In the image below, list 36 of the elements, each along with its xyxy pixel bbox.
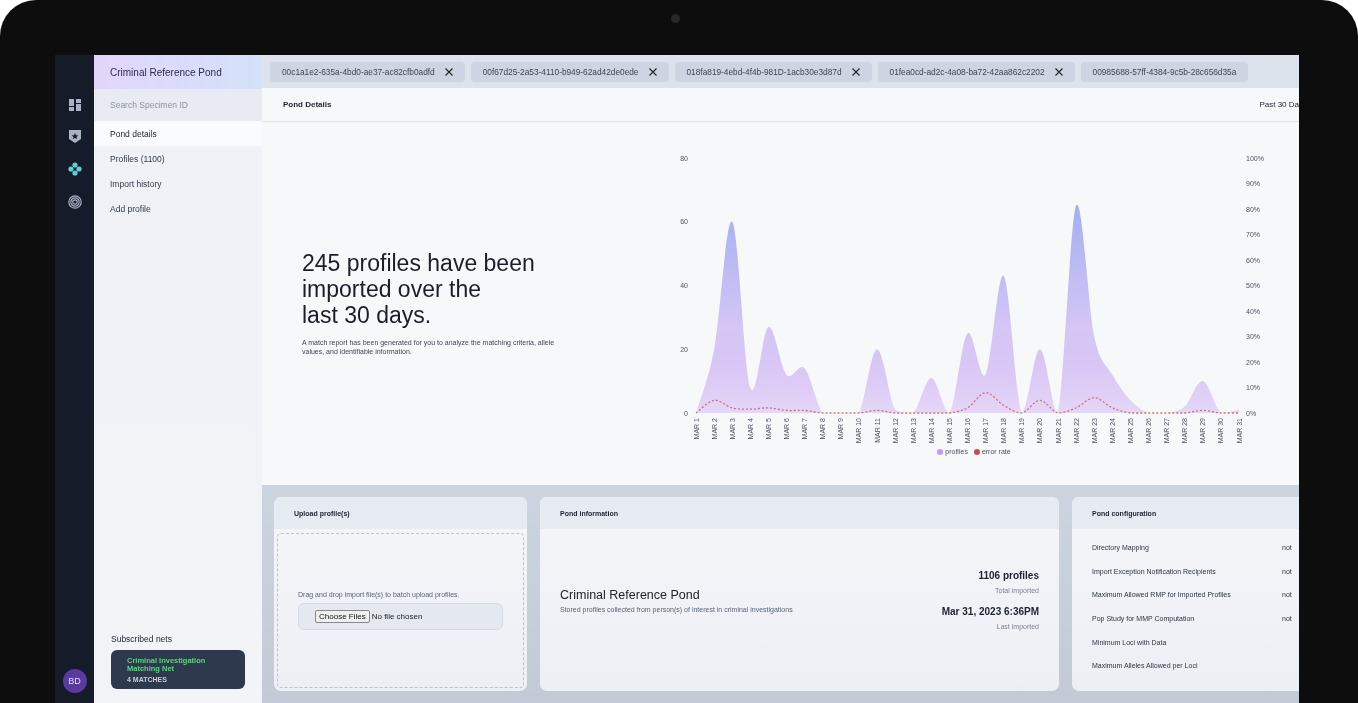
- stat-value: Mar 31, 2023 6:36PM: [941, 606, 1039, 617]
- camera-dot: [671, 14, 680, 23]
- date-range[interactable]: Past 30 Da: [1259, 100, 1299, 109]
- headline: 245 profiles have been imported over the last 30 days.: [302, 250, 536, 328]
- page-title: Pond Details: [283, 100, 332, 109]
- dashboard-icon[interactable]: [68, 99, 81, 111]
- fingerprint-icon[interactable]: [67, 195, 82, 209]
- sidebar-item[interactable]: Pond details: [94, 121, 262, 146]
- sidebar-item[interactable]: Import history: [94, 171, 262, 196]
- tab[interactable]: 00c1a1e2-635a-4bd0-ae37-ac82cfb0adfd: [270, 61, 465, 82]
- sidebar-item[interactable]: Profiles (1100): [94, 146, 262, 171]
- tab[interactable]: 00f67d25-2a53-4110-b949-62ad42de0ede: [470, 61, 669, 82]
- tab-label: 00985688-57ff-4384-9c5b-28c656d35a: [1092, 66, 1237, 77]
- close-icon[interactable]: [851, 67, 860, 76]
- close-icon[interactable]: [648, 67, 657, 76]
- tab-label: 018fa819-4ebd-4f4b-981D-1acb30e3d87d: [686, 66, 842, 77]
- file-status: No file chosen: [371, 612, 423, 621]
- dots-icon[interactable]: [67, 162, 82, 176]
- tab[interactable]: 01fea0cd-ad2c-4a08-ba72-42aa862c2202: [877, 61, 1075, 82]
- close-icon[interactable]: [444, 67, 453, 76]
- shield-star-icon[interactable]: [68, 130, 81, 143]
- choose-files-button[interactable]: Choose Files: [315, 610, 370, 623]
- subscribed-nets-heading: Subscribed nets: [111, 634, 173, 644]
- sidebar-item[interactable]: Add profile: [94, 196, 262, 221]
- pond-name: Criminal Reference Pond: [560, 587, 701, 602]
- file-field[interactable]: Choose Files No file chosen: [298, 603, 503, 630]
- stat-value: 1106 profiles: [978, 570, 1039, 581]
- tab[interactable]: 018fa819-4ebd-4f4b-981D-1acb30e3d87d: [674, 61, 872, 82]
- pond-title: Criminal Reference Pond: [94, 55, 262, 89]
- close-icon[interactable]: [1054, 67, 1063, 76]
- tab-label: 01fea0cd-ad2c-4a08-ba72-42aa862c2202: [889, 66, 1045, 77]
- tab-label: 00f67d25-2a53-4110-b949-62ad42de0ede: [482, 66, 639, 77]
- search-field[interactable]: Search Specimen ID: [94, 89, 262, 121]
- tab[interactable]: 00985688-57ff-4384-9c5b-28c656d35a: [1080, 61, 1249, 82]
- user-avatar[interactable]: BD: [62, 669, 87, 693]
- tab-label: 00c1a1e2-635a-4bd0-ae37-ac82cfb0adfd: [282, 66, 435, 77]
